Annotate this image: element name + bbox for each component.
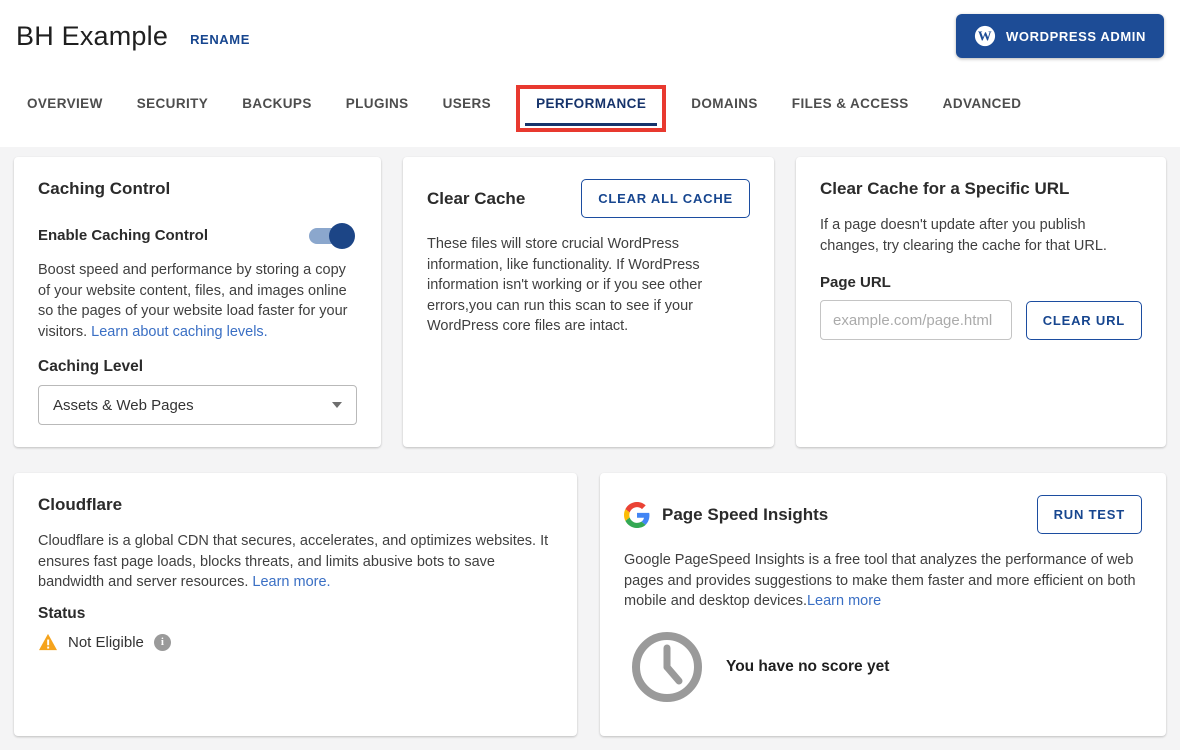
caching-level-value: Assets & Web Pages	[53, 397, 194, 414]
tab-plugins[interactable]: PLUGINS	[346, 96, 409, 125]
rename-button[interactable]: RENAME	[190, 32, 250, 47]
tab-files-access[interactable]: FILES & ACCESS	[792, 96, 909, 125]
run-test-button[interactable]: RUN TEST	[1037, 495, 1142, 534]
caching-control-card: Caching Control Enable Caching Control B…	[14, 157, 381, 447]
chevron-down-icon	[332, 402, 342, 408]
tab-performance-label: PERFORMANCE	[536, 96, 646, 111]
tab-backups[interactable]: BACKUPS	[242, 96, 312, 125]
cloudflare-card: Cloudflare Cloudflare is a global CDN th…	[14, 473, 577, 736]
warning-icon	[38, 633, 58, 651]
caching-toggle[interactable]	[309, 228, 351, 244]
clear-cache-title: Clear Cache	[427, 189, 525, 209]
status-badge: Not Eligible	[68, 634, 144, 651]
google-icon	[624, 502, 650, 528]
page-speed-title: Page Speed Insights	[662, 505, 828, 525]
clear-url-description: If a page doesn't update after you publi…	[820, 215, 1142, 256]
tab-bar: OVERVIEW SECURITY BACKUPS PLUGINS USERS …	[14, 96, 1164, 125]
wordpress-icon: W	[974, 25, 996, 47]
clear-all-cache-button[interactable]: CLEAR ALL CACHE	[581, 179, 750, 218]
main-content: Caching Control Enable Caching Control B…	[0, 147, 1180, 750]
tab-performance[interactable]: PERFORMANCE	[525, 96, 657, 126]
caching-level-label: Caching Level	[38, 358, 357, 376]
caching-level-select[interactable]: Assets & Web Pages	[38, 385, 357, 425]
tab-security[interactable]: SECURITY	[137, 96, 208, 125]
page-speed-learn-more-link[interactable]: Learn more	[807, 593, 881, 609]
clear-url-card: Clear Cache for a Specific URL If a page…	[796, 157, 1166, 447]
clear-url-button[interactable]: CLEAR URL	[1026, 301, 1142, 340]
header: BH Example RENAME W WORDPRESS ADMIN OVER…	[0, 0, 1180, 147]
page-title: BH Example	[16, 21, 168, 52]
wordpress-admin-label: WORDPRESS ADMIN	[1006, 29, 1146, 44]
cloudflare-title: Cloudflare	[38, 495, 553, 515]
info-icon[interactable]: i	[154, 634, 171, 651]
clear-cache-description: These files will store crucial WordPress…	[427, 234, 727, 337]
page-speed-card: Page Speed Insights RUN TEST Google Page…	[600, 473, 1166, 736]
cloudflare-learn-more-link[interactable]: Learn more.	[252, 574, 330, 590]
page-url-label: Page URL	[820, 274, 1142, 291]
caching-control-title: Caching Control	[38, 179, 357, 199]
caching-levels-link[interactable]: Learn about caching levels.	[91, 324, 268, 340]
clear-url-title: Clear Cache for a Specific URL	[820, 179, 1142, 199]
no-score-text: You have no score yet	[726, 658, 889, 676]
tab-overview[interactable]: OVERVIEW	[27, 96, 103, 125]
tab-advanced[interactable]: ADVANCED	[943, 96, 1022, 125]
wordpress-admin-button[interactable]: W WORDPRESS ADMIN	[956, 14, 1164, 58]
svg-text:W: W	[978, 29, 992, 44]
toggle-knob	[329, 223, 355, 249]
status-label: Status	[38, 605, 553, 623]
tab-users[interactable]: USERS	[443, 96, 492, 125]
clear-cache-card: Clear Cache CLEAR ALL CACHE These files …	[403, 157, 774, 447]
enable-caching-label: Enable Caching Control	[38, 227, 208, 244]
tab-domains[interactable]: DOMAINS	[691, 96, 758, 125]
page-url-input[interactable]	[820, 300, 1012, 340]
clock-icon	[630, 630, 704, 704]
